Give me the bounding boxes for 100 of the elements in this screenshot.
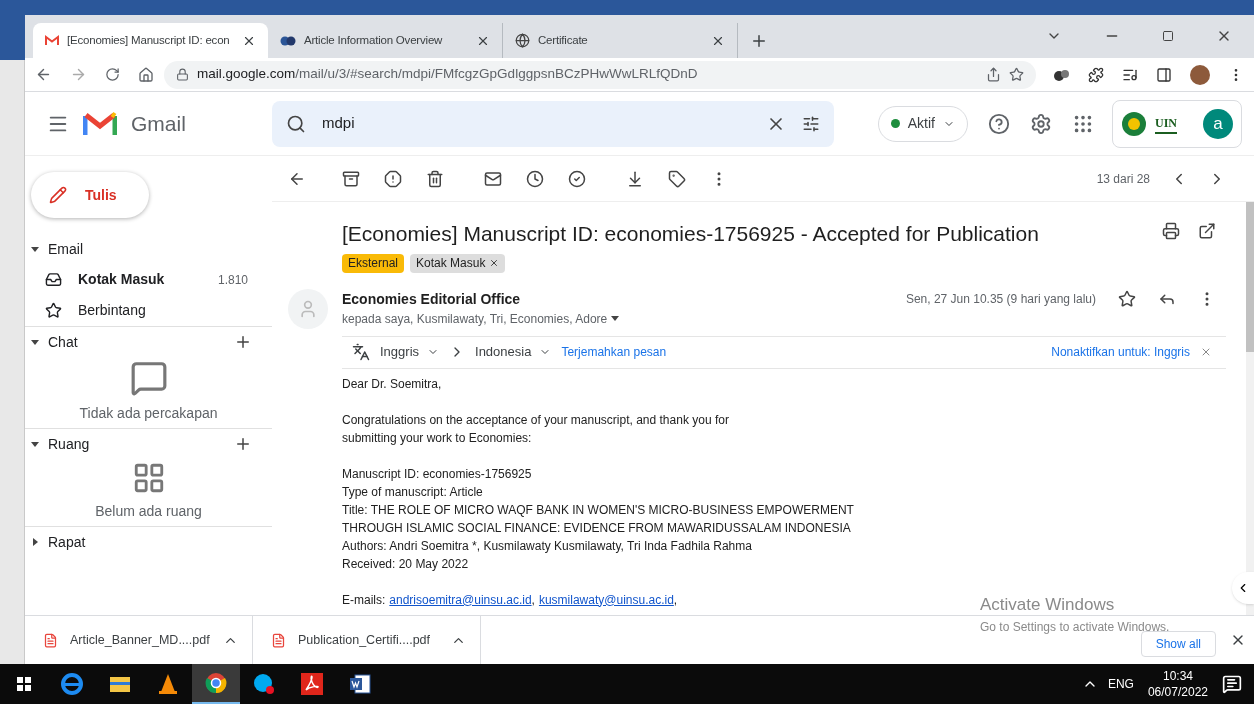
task-icon[interactable] xyxy=(568,169,586,188)
collapse-caret-icon[interactable] xyxy=(31,245,39,253)
email-subject: [Economies] Manuscript ID: economies-1756925 - Accepted for Publication xyxy=(342,221,1040,247)
settings-icon[interactable] xyxy=(1030,112,1052,135)
account-avatar[interactable]: a xyxy=(1203,108,1233,139)
mail-logo-icon xyxy=(45,35,59,46)
add-icon[interactable] xyxy=(234,333,252,351)
search-input[interactable]: mdpi xyxy=(322,112,750,135)
unread-count: 1.810 xyxy=(217,271,248,289)
product-name: Gmail xyxy=(131,110,186,137)
share-icon[interactable] xyxy=(986,67,1001,82)
emblem-icon xyxy=(1121,110,1147,137)
folder-icon xyxy=(109,675,131,693)
emails-label: E-mails: xyxy=(342,591,386,609)
language-indicator[interactable]: ENG xyxy=(1107,675,1134,693)
side-panel-icon[interactable] xyxy=(1156,66,1172,83)
pdf-file-icon xyxy=(271,632,286,648)
tab-title: Article Information Overview xyxy=(304,32,444,48)
browser-tab[interactable]: Article Information Overview xyxy=(268,23,503,58)
tab-title: [Economies] Manuscript ID: econ xyxy=(67,32,231,48)
lock-icon xyxy=(176,68,189,81)
separator-text: , xyxy=(673,591,678,609)
target-language-select[interactable]: Indonesia xyxy=(475,342,552,362)
help-icon[interactable] xyxy=(988,112,1010,135)
reload-icon[interactable] xyxy=(105,67,120,82)
diamond-logo-icon xyxy=(280,35,296,46)
print-icon[interactable] xyxy=(1162,222,1180,240)
email-text-line: Congratulations on the acceptance of your manuscript, and thank you for xyxy=(342,411,730,429)
extensions-icon[interactable] xyxy=(1088,66,1104,83)
section-title[interactable]: Rapat xyxy=(48,531,252,553)
collapse-caret-icon[interactable] xyxy=(31,440,39,448)
email-text-line: THROUGH ISLAMIC SOCIAL FINANCE: EVIDENCE FROM MAWARIDUSSALAM INDONESIA xyxy=(342,519,852,537)
home-icon[interactable] xyxy=(138,66,154,83)
mail-icon[interactable] xyxy=(484,169,502,188)
remove-icon[interactable] xyxy=(489,258,500,268)
address-field[interactable]: mail.google.com/mail/u/3/#search/mdpi/FMfcgzGpGdlggpsnBCzPHwWwLRLfQDnD xyxy=(164,60,1036,89)
expand-caret-icon[interactable] xyxy=(31,538,39,546)
maximize-icon[interactable] xyxy=(1162,30,1174,42)
url-text: mail.google.com/mail/u/3/#search/mdpi/FMfcgzGpGdlggpsnBCzPHwWwLRLfQDnD xyxy=(197,65,699,84)
email-text-line: Received: 20 May 2022 xyxy=(342,555,470,573)
report-icon[interactable] xyxy=(384,169,402,188)
browser-tab[interactable]: [Economies] Manuscript ID: econ xyxy=(33,23,268,58)
translate-link[interactable]: Terjemahkan pesan xyxy=(561,343,667,361)
folder-item[interactable]: Kotak Masuk 1.810 xyxy=(25,264,272,295)
add-icon[interactable] xyxy=(234,435,252,453)
email-link[interactable]: kusmilawaty@uinsu.ac.id xyxy=(538,590,674,609)
browser-e-icon xyxy=(61,673,83,695)
activation-title: Activate Windows xyxy=(980,594,1115,616)
snooze-icon[interactable] xyxy=(526,169,544,188)
compose-button[interactable]: Tulis xyxy=(31,172,149,218)
disable-translation-link[interactable]: Nonaktifkan untuk: Inggris xyxy=(1051,343,1190,361)
email-link[interactable]: andrisoemitra@uinsu.ac.id xyxy=(389,590,532,609)
notification-icon[interactable] xyxy=(1222,674,1242,694)
label-tag: Kotak Masuk xyxy=(410,253,506,273)
browser-circle-icon xyxy=(205,672,227,694)
scrollbar[interactable] xyxy=(1246,202,1254,615)
star-icon[interactable] xyxy=(1118,290,1136,308)
tab-title: Certificate xyxy=(538,32,589,48)
filter-icon[interactable] xyxy=(802,114,820,133)
sender-avatar xyxy=(288,288,328,329)
account-panel[interactable]: UIN a xyxy=(1112,99,1242,148)
email-text-line: Title: THE ROLE OF MICRO WAQF BANK IN WOMEN'S MICRO-BUSINESS EMPOWERMENT xyxy=(342,501,855,519)
browser-tab[interactable]: Certificate xyxy=(503,23,738,58)
label-icon[interactable] xyxy=(668,169,686,188)
new-window-icon[interactable] xyxy=(1198,222,1216,240)
star-icon[interactable] xyxy=(1009,67,1024,82)
pager-text: 13 dari 28 xyxy=(1096,170,1150,188)
taskbar-app[interactable] xyxy=(192,664,240,704)
archive-icon[interactable] xyxy=(342,169,360,188)
section-title[interactable]: Chat xyxy=(48,331,234,353)
section-title[interactable]: Ruang xyxy=(48,433,234,455)
document-w-icon xyxy=(349,673,371,695)
collapse-caret-icon[interactable] xyxy=(31,338,39,346)
email-text-line: Authors: Andri Soemitra *, Kusmilawaty Kusmilawaty, Tri Inda Fadhila Rahma xyxy=(342,537,753,555)
separator-text: , xyxy=(531,591,535,609)
folder-item[interactable]: Berbintang xyxy=(25,295,272,326)
email-text-line: Dear Dr. Soemitra, xyxy=(342,375,443,393)
traffic-cone-icon xyxy=(158,673,178,695)
search-icon[interactable] xyxy=(286,113,306,134)
extension-icon[interactable] xyxy=(1054,67,1070,82)
chat-bubble-icon xyxy=(129,359,168,397)
clock[interactable]: 10:34 06/07/2022 xyxy=(1147,668,1208,700)
back-icon[interactable] xyxy=(35,66,52,83)
move-icon[interactable] xyxy=(626,169,644,188)
email-date: Sen, 27 Jun 10.35 (9 hari yang lalu) xyxy=(905,291,1096,308)
show-all-button[interactable]: Show all xyxy=(1140,631,1216,657)
label-tag: Eksternal xyxy=(342,253,405,273)
dropdown-caret-icon[interactable] xyxy=(611,316,620,321)
profile-avatar[interactable] xyxy=(1190,64,1210,85)
globe-icon xyxy=(515,33,530,48)
section-title[interactable]: Email xyxy=(48,238,252,260)
source-language-select[interactable]: Inggris xyxy=(380,342,440,362)
chat-s-icon xyxy=(253,673,275,695)
recipients-text: kepada saya, Kusmilawaty, Tri, Economies, Adore xyxy=(342,310,608,328)
m-logo-icon xyxy=(83,110,117,137)
search-field[interactable]: mdpi xyxy=(272,100,834,147)
email-text-line: Manuscript ID: economies-1756925 xyxy=(342,465,533,483)
sender-name: Economies Editorial Office xyxy=(342,289,522,309)
delete-icon[interactable] xyxy=(426,169,444,188)
translate-icon xyxy=(352,343,370,361)
